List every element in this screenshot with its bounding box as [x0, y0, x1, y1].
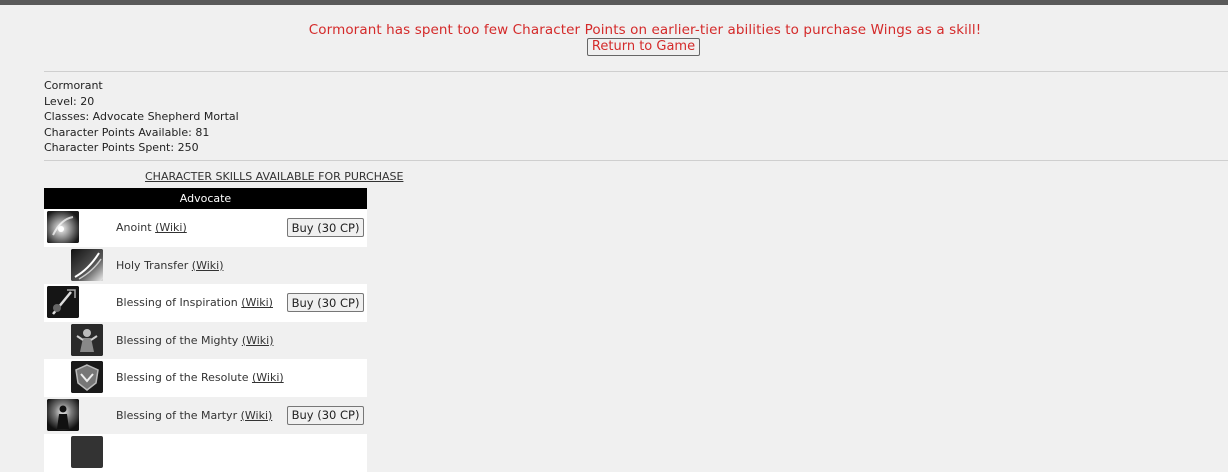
next-skill-icon [71, 436, 103, 468]
cp-available-label: Character Points Available: [44, 125, 192, 139]
skill-row: Holy Transfer (Wiki) [44, 246, 367, 284]
skill-row [44, 434, 367, 472]
divider [44, 160, 1228, 161]
cp-available-value: 81 [195, 125, 210, 139]
skill-row: Blessing of the Mighty (Wiki) [44, 321, 367, 359]
top-bar [0, 0, 1228, 5]
character-classes: Classes: Advocate Shepherd Mortal [44, 109, 239, 125]
classes-label: Classes: [44, 110, 90, 123]
blessing-of-inspiration-icon [47, 286, 79, 318]
cp-spent-value: 250 [177, 141, 199, 154]
holy-transfer-icon [71, 248, 103, 281]
skill-row: Blessing of the Resolute (Wiki) [44, 359, 367, 397]
skill-row: Blessing of the Martyr (Wiki) Buy (30 CP… [44, 396, 367, 434]
blessing-of-the-mighty-icon [71, 323, 103, 356]
skills-table: Advocate Anoint (Wiki) Buy (30 CP) Holy … [44, 188, 367, 472]
skill-title: Blessing of Inspiration [116, 296, 238, 309]
error-message: Cormorant has spent too few Character Po… [308, 22, 982, 38]
character-info: Cormorant Level: 20 Classes: Advocate Sh… [44, 78, 239, 156]
skill-name: Blessing of the Martyr (Wiki) [116, 397, 272, 434]
buy-anoint-button[interactable]: Buy (30 CP) [287, 218, 364, 237]
skill-title: Anoint [116, 221, 152, 234]
skill-title: Blessing of the Mighty [116, 333, 239, 347]
skill-title: Blessing of the Martyr [116, 408, 238, 422]
skill-title: Blessing of the Resolute [116, 371, 249, 384]
character-points-spent: Character Points Spent: 250 [44, 140, 239, 156]
wiki-link[interactable]: (Wiki) [252, 371, 284, 384]
skill-row: Blessing of Inspiration (Wiki) Buy (30 C… [44, 284, 367, 322]
skill-name: Blessing of the Mighty (Wiki) [116, 322, 274, 359]
buy-blessing-of-inspiration-button[interactable]: Buy (30 CP) [287, 293, 364, 312]
character-level: Level: 20 [44, 94, 239, 110]
character-points-available: Character Points Available: 81 [44, 125, 239, 141]
anoint-icon [47, 211, 79, 243]
skill-name: Holy Transfer (Wiki) [116, 247, 224, 284]
skill-title: Holy Transfer [116, 258, 189, 272]
blessing-of-the-resolute-icon [71, 361, 103, 393]
wiki-link[interactable]: (Wiki) [155, 221, 187, 234]
skill-name: Anoint (Wiki) [116, 209, 187, 246]
wiki-link[interactable]: (Wiki) [242, 334, 274, 347]
level-label: Level: [44, 94, 77, 108]
character-name: Cormorant [44, 79, 103, 92]
buy-blessing-of-the-martyr-button[interactable]: Buy (30 CP) [287, 405, 364, 425]
skills-section-title: CHARACTER SKILLS AVAILABLE FOR PURCHASE [145, 170, 404, 183]
wiki-link[interactable]: (Wiki) [192, 259, 224, 272]
divider [44, 71, 1228, 72]
classes-value: Advocate Shepherd Mortal [92, 110, 239, 123]
return-to-game-button[interactable]: Return to Game [587, 38, 700, 56]
wiki-link[interactable]: (Wiki) [241, 409, 273, 422]
cp-spent-label: Character Points Spent: [44, 141, 175, 154]
level-value: 20 [80, 94, 95, 108]
wiki-link[interactable]: (Wiki) [241, 296, 273, 309]
skill-name: Blessing of Inspiration (Wiki) [116, 284, 273, 321]
blessing-of-the-martyr-icon [47, 398, 79, 431]
skill-name: Blessing of the Resolute (Wiki) [116, 359, 284, 396]
class-header: Advocate [44, 188, 367, 209]
skill-row: Anoint (Wiki) Buy (30 CP) [44, 209, 367, 247]
